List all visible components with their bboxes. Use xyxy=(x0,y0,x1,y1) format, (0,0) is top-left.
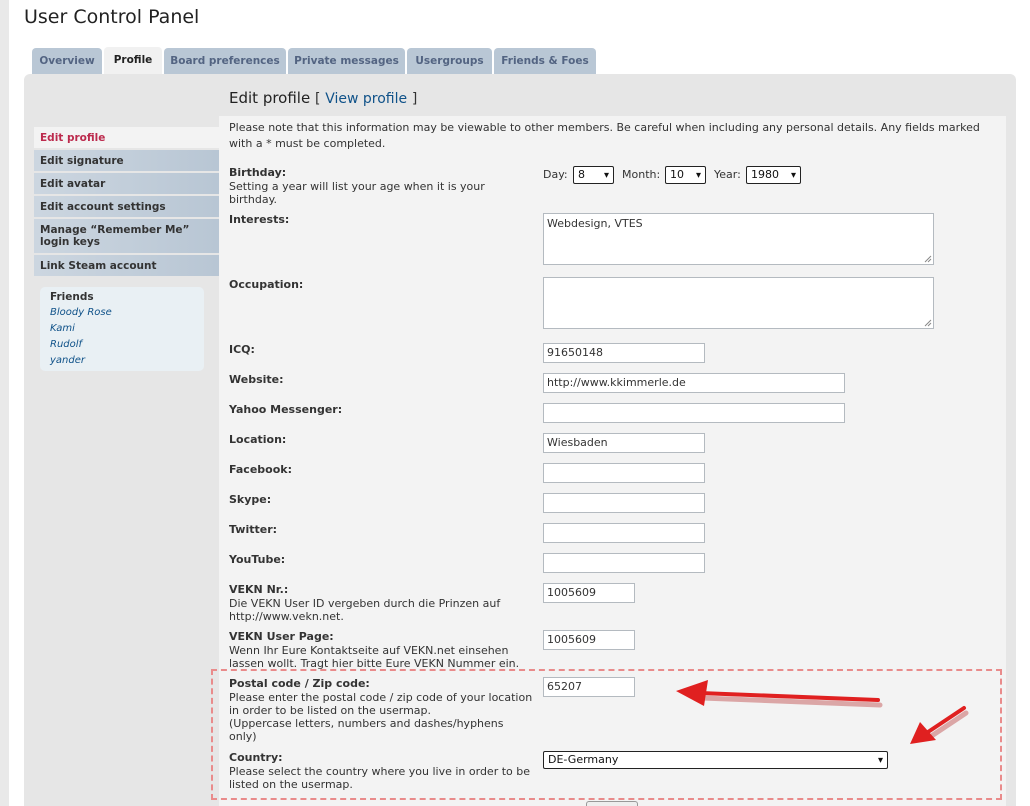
friends-title: Friends xyxy=(50,291,94,303)
twitter-input[interactable] xyxy=(543,523,705,543)
icq-label: ICQ: xyxy=(229,343,255,356)
sidebar-item-edit-avatar[interactable]: Edit avatar xyxy=(34,173,219,195)
postal-explain: Please enter the postal code / zip code … xyxy=(229,691,533,717)
resize-grip-icon[interactable] xyxy=(924,319,932,327)
sidebar-item-edit-signature[interactable]: Edit signature xyxy=(34,150,219,172)
section-title: Edit profile [ View profile ] xyxy=(229,89,417,107)
vekn-nr-input[interactable]: 1005609 xyxy=(543,583,635,603)
interests-value: Webdesign, VTES xyxy=(547,217,643,230)
yahoo-input[interactable] xyxy=(543,403,845,423)
tab-board-preferences[interactable]: Board preferences xyxy=(164,48,286,74)
tab-private-messages[interactable]: Private messages xyxy=(288,48,405,74)
sidebar-item-remember-me-keys[interactable]: Manage “Remember Me” login keys xyxy=(34,219,219,254)
tab-usergroups[interactable]: Usergroups xyxy=(407,48,492,74)
section-heading: Edit profile xyxy=(229,89,311,107)
month-select[interactable]: 10 ▾ xyxy=(665,166,706,184)
friend-link[interactable]: Bloody Rose xyxy=(50,307,112,318)
country-explain: Please select the country where you live… xyxy=(229,765,531,791)
chevron-down-icon: ▾ xyxy=(603,170,609,181)
submit-button[interactable] xyxy=(586,801,638,806)
twitter-label: Twitter: xyxy=(229,523,278,536)
tab-friends-foes[interactable]: Friends & Foes xyxy=(494,48,596,74)
vekn-page-label: VEKN User Page: xyxy=(229,630,334,643)
postal-input[interactable]: 65207 xyxy=(543,677,635,697)
icq-input[interactable]: 91650148 xyxy=(543,343,705,363)
chevron-down-icon: ▾ xyxy=(695,170,701,181)
yahoo-label: Yahoo Messenger: xyxy=(229,403,343,416)
facebook-input[interactable] xyxy=(543,463,705,483)
vekn-nr-label: VEKN Nr.: xyxy=(229,583,289,596)
view-profile-link[interactable]: View profile xyxy=(325,91,407,107)
vekn-page-explain: Wenn Ihr Eure Kontaktseite auf VEKN.net … xyxy=(229,644,520,670)
friend-link[interactable]: Kami xyxy=(50,323,75,334)
day-select[interactable]: 8 ▾ xyxy=(573,166,614,184)
resize-grip-icon[interactable] xyxy=(924,255,932,263)
postal-explain-format: (Uppercase letters, numbers and dashes/h… xyxy=(229,717,504,743)
birthday-explain: Setting a year will list your age when i… xyxy=(229,180,485,206)
website-input[interactable]: http://www.kkimmerle.de xyxy=(543,373,845,393)
interests-label: Interests: xyxy=(229,213,290,226)
facebook-label: Facebook: xyxy=(229,463,292,476)
privacy-note: Please note that this information may be… xyxy=(229,121,980,150)
bracket-close: ] xyxy=(411,91,418,107)
skype-input[interactable] xyxy=(543,493,705,513)
left-page-border xyxy=(0,0,9,806)
country-value: DE-Germany xyxy=(548,753,619,766)
year-value: 1980 xyxy=(751,168,779,181)
bracket-open: [ xyxy=(314,91,321,107)
website-label: Website: xyxy=(229,373,284,386)
friend-link[interactable]: Rudolf xyxy=(50,339,82,350)
sidebar-item-edit-profile[interactable]: Edit profile xyxy=(34,127,219,149)
location-label: Location: xyxy=(229,433,287,446)
skype-label: Skype: xyxy=(229,493,272,506)
friend-link[interactable]: yander xyxy=(50,355,85,366)
location-input[interactable]: Wiesbaden xyxy=(543,433,705,453)
month-label: Month: xyxy=(622,168,661,181)
sidebar-item-edit-account-settings[interactable]: Edit account settings xyxy=(34,196,219,218)
year-select[interactable]: 1980 ▾ xyxy=(746,166,801,184)
postal-label: Postal code / Zip code: xyxy=(229,677,370,690)
birthday-label: Birthday: xyxy=(229,166,287,179)
youtube-label: YouTube: xyxy=(229,553,286,566)
vekn-nr-explain: Die VEKN User ID vergeben durch die Prin… xyxy=(229,597,501,623)
day-label: Day: xyxy=(543,168,568,181)
month-value: 10 xyxy=(670,168,684,181)
tab-overview[interactable]: Overview xyxy=(32,48,102,74)
country-label: Country: xyxy=(229,751,283,764)
day-value: 8 xyxy=(578,168,585,181)
sidebar-item-link-steam[interactable]: Link Steam account xyxy=(34,255,219,277)
country-select[interactable]: DE-Germany ▾ xyxy=(543,751,888,769)
vekn-page-input[interactable]: 1005609 xyxy=(543,630,635,650)
occupation-label: Occupation: xyxy=(229,278,304,291)
interests-textarea[interactable]: Webdesign, VTES xyxy=(543,213,934,265)
friends-box: Friends Bloody Rose Kami Rudolf yander xyxy=(40,287,204,371)
chevron-down-icon: ▾ xyxy=(877,755,883,766)
tab-profile[interactable]: Profile xyxy=(104,47,162,74)
year-label: Year: xyxy=(714,168,741,181)
youtube-input[interactable] xyxy=(543,553,705,573)
chevron-down-icon: ▾ xyxy=(790,170,796,181)
page-title: User Control Panel xyxy=(24,6,200,28)
occupation-textarea[interactable] xyxy=(543,277,934,329)
